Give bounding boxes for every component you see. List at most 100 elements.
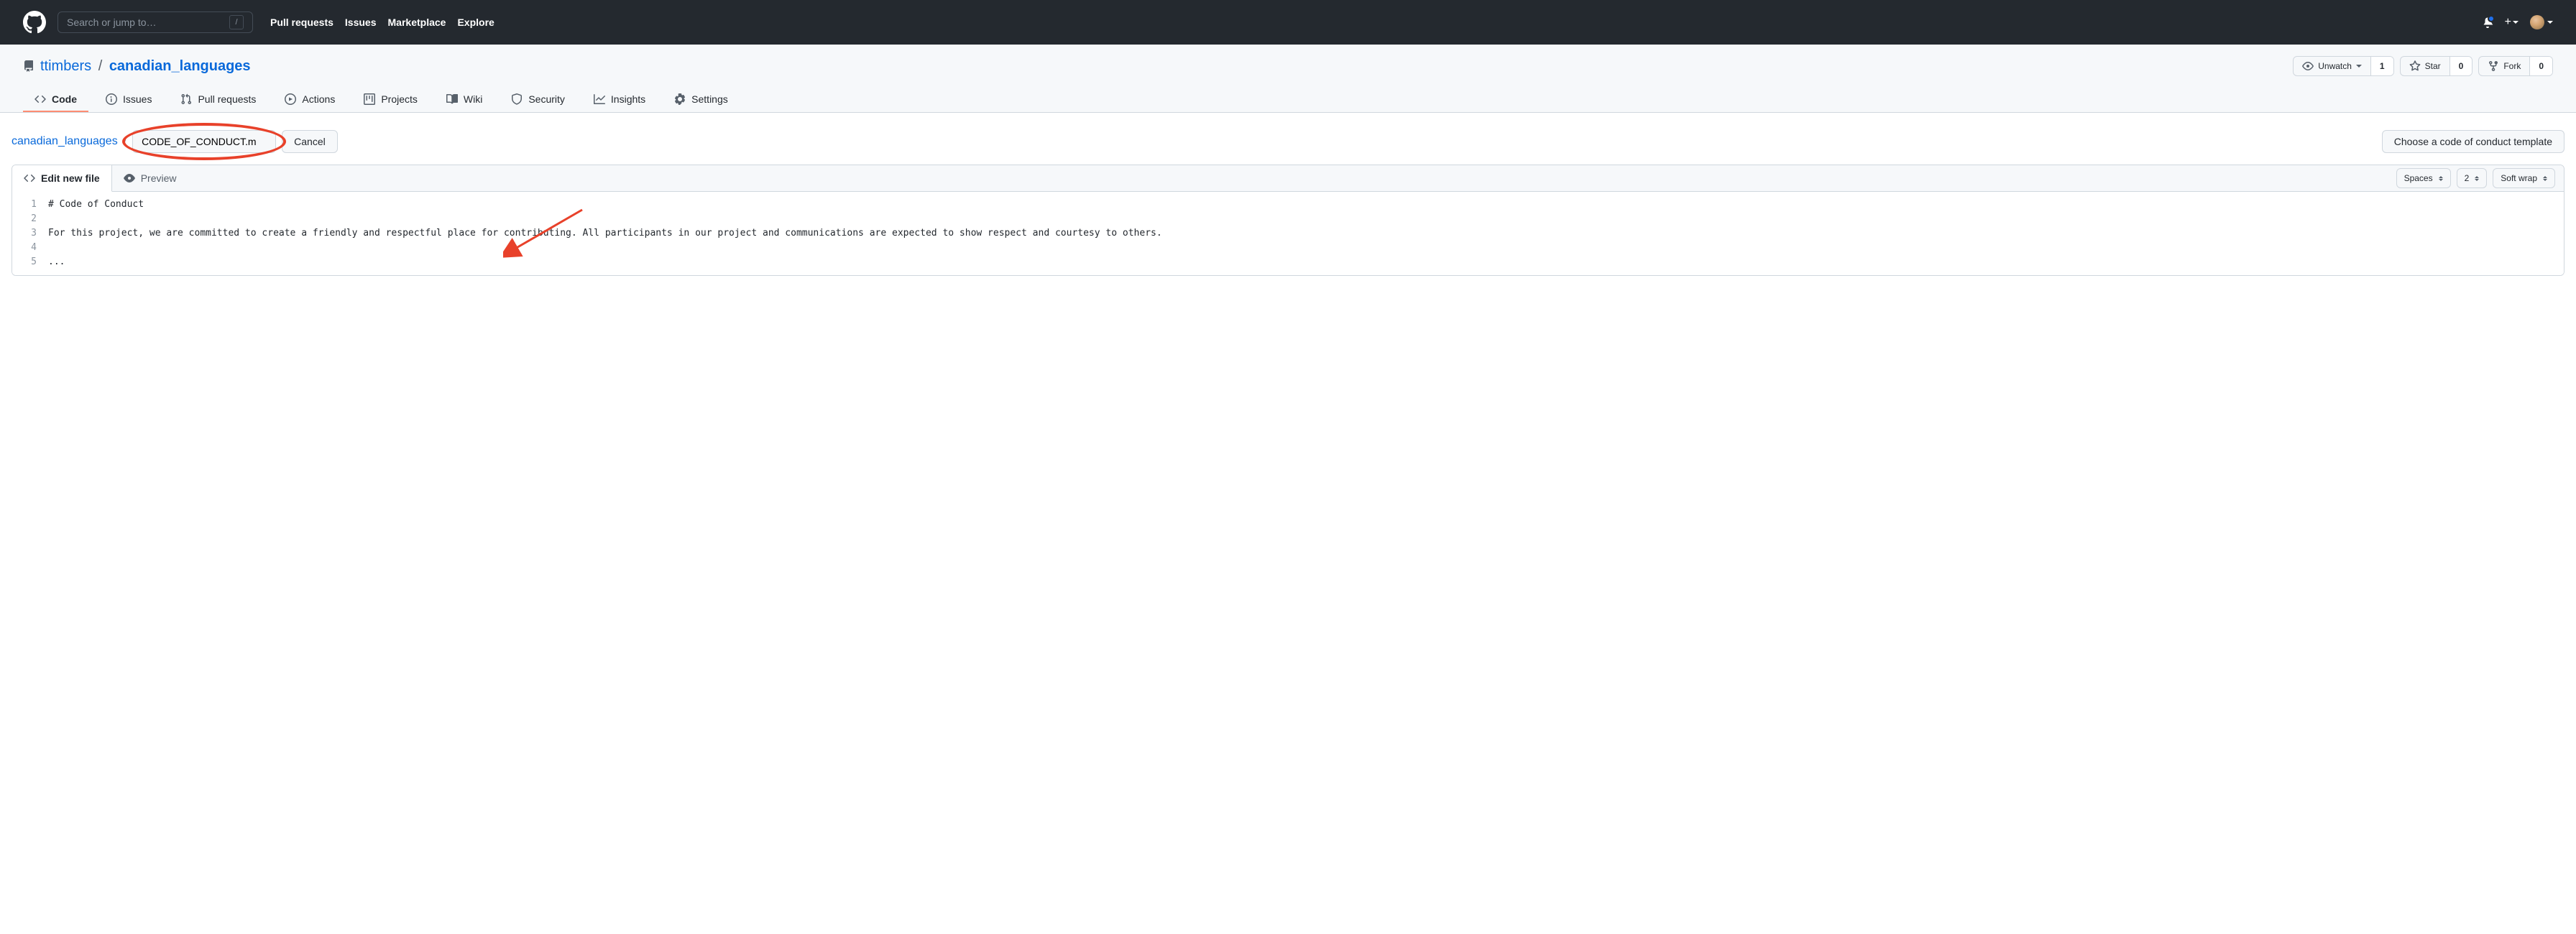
- code-line: 2: [12, 212, 2564, 226]
- eye-icon: [2302, 60, 2314, 72]
- line-number: 5: [12, 255, 48, 269]
- star-button[interactable]: Star: [2401, 57, 2450, 75]
- code-editor[interactable]: 1 # Code of Conduct 2 3 For this project…: [12, 192, 2564, 275]
- caret-down-icon: [2547, 21, 2553, 24]
- global-header: / Pull requests Issues Marketplace Explo…: [0, 0, 2576, 45]
- shield-icon: [511, 93, 523, 105]
- nav-explore[interactable]: Explore: [457, 17, 494, 28]
- watch-label: Unwatch: [2318, 61, 2352, 71]
- line-number: 4: [12, 241, 48, 255]
- search-input[interactable]: [67, 17, 224, 28]
- tab-label: Preview: [141, 172, 177, 184]
- star-button-group: Star 0: [2400, 56, 2473, 76]
- star-label: Star: [2425, 61, 2441, 71]
- tab-projects[interactable]: Projects: [352, 88, 429, 112]
- editor-tabs: Edit new file Preview Spaces 2 Soft wrap: [12, 165, 2564, 192]
- tab-label: Projects: [381, 93, 418, 105]
- editor-options: Spaces 2 Soft wrap: [2388, 168, 2564, 188]
- breadcrumb-separator: /: [98, 58, 103, 74]
- nav-pull-requests[interactable]: Pull requests: [270, 17, 334, 28]
- tab-insights[interactable]: Insights: [582, 88, 657, 112]
- header-right: +: [2482, 15, 2553, 29]
- tab-label: Actions: [302, 93, 335, 105]
- code-line: 1 # Code of Conduct: [12, 198, 2564, 212]
- repo-name-link[interactable]: canadian_languages: [109, 58, 251, 74]
- github-logo[interactable]: [23, 11, 46, 34]
- line-content: For this project, we are committed to cr…: [48, 226, 2564, 241]
- line-content: [48, 212, 2564, 226]
- tab-preview[interactable]: Preview: [112, 165, 188, 191]
- watch-count[interactable]: 1: [2370, 57, 2393, 75]
- cancel-button[interactable]: Cancel: [282, 130, 338, 153]
- breadcrumb-separator: /: [124, 135, 126, 148]
- notifications-button[interactable]: [2482, 17, 2493, 28]
- wrap-mode-select[interactable]: Soft wrap: [2493, 168, 2555, 188]
- avatar: [2530, 15, 2544, 29]
- line-number: 3: [12, 226, 48, 241]
- repo-header: ttimbers / canadian_languages Unwatch 1 …: [0, 45, 2576, 113]
- choose-template-button[interactable]: Choose a code of conduct template: [2382, 130, 2564, 153]
- line-number: 2: [12, 212, 48, 226]
- book-icon: [446, 93, 458, 105]
- tab-edit-new-file[interactable]: Edit new file: [12, 165, 112, 192]
- updown-icon: [2439, 176, 2443, 181]
- create-menu[interactable]: +: [2505, 16, 2518, 29]
- tab-issues[interactable]: Issues: [94, 88, 163, 112]
- code-icon: [24, 172, 35, 184]
- file-breadcrumb-row: canadian_languages / Cancel Choose a cod…: [12, 130, 2564, 153]
- tab-label: Wiki: [464, 93, 482, 105]
- tab-label: Pull requests: [198, 93, 256, 105]
- tab-label: Code: [52, 93, 77, 105]
- fork-button[interactable]: Fork: [2479, 57, 2529, 75]
- code-icon: [34, 93, 46, 105]
- repo-nav: Code Issues Pull requests Actions Projec…: [23, 88, 2553, 112]
- updown-icon: [2543, 176, 2547, 181]
- star-count[interactable]: 0: [2450, 57, 2472, 75]
- line-number: 1: [12, 198, 48, 212]
- fork-button-group: Fork 0: [2478, 56, 2553, 76]
- select-label: Soft wrap: [2501, 173, 2537, 183]
- breadcrumb-right: Choose a code of conduct template: [2382, 130, 2564, 153]
- caret-down-icon: [2513, 21, 2518, 24]
- repo-actions: Unwatch 1 Star 0 Fork 0: [2293, 56, 2553, 76]
- indent-size-select[interactable]: 2: [2457, 168, 2488, 188]
- repo-icon: [23, 60, 34, 72]
- unwatch-button[interactable]: Unwatch: [2294, 57, 2370, 75]
- graph-icon: [594, 93, 605, 105]
- fork-label: Fork: [2503, 61, 2521, 71]
- nav-marketplace[interactable]: Marketplace: [388, 17, 446, 28]
- notification-indicator: [2488, 15, 2495, 22]
- watch-button-group: Unwatch 1: [2293, 56, 2393, 76]
- play-icon: [285, 93, 296, 105]
- caret-down-icon: [2356, 65, 2362, 68]
- tab-actions[interactable]: Actions: [273, 88, 346, 112]
- plus-icon: +: [2505, 16, 2511, 29]
- editor-area: canadian_languages / Cancel Choose a cod…: [0, 113, 2576, 293]
- tab-security[interactable]: Security: [500, 88, 576, 112]
- code-line: 3 For this project, we are committed to …: [12, 226, 2564, 241]
- filename-input-wrap: [132, 130, 276, 153]
- owner-link[interactable]: ttimbers: [40, 58, 91, 74]
- select-label: 2: [2465, 173, 2470, 183]
- pr-icon: [180, 93, 192, 105]
- tab-code[interactable]: Code: [23, 88, 88, 112]
- line-content: ...: [48, 255, 2564, 269]
- nav-issues[interactable]: Issues: [345, 17, 377, 28]
- project-icon: [364, 93, 375, 105]
- fork-count[interactable]: 0: [2529, 57, 2552, 75]
- tab-label: Settings: [691, 93, 728, 105]
- indent-mode-select[interactable]: Spaces: [2396, 168, 2451, 188]
- editor-box: Edit new file Preview Spaces 2 Soft wrap: [12, 165, 2564, 276]
- user-menu[interactable]: [2530, 15, 2553, 29]
- tab-pull-requests[interactable]: Pull requests: [169, 88, 267, 112]
- tab-label: Issues: [123, 93, 152, 105]
- search-box[interactable]: /: [58, 11, 253, 33]
- issue-icon: [106, 93, 117, 105]
- tab-settings[interactable]: Settings: [663, 88, 740, 112]
- slash-key-badge: /: [229, 15, 244, 29]
- repo-root-link[interactable]: canadian_languages: [12, 135, 118, 148]
- repo-breadcrumb: ttimbers / canadian_languages: [40, 58, 251, 75]
- updown-icon: [2475, 176, 2479, 181]
- filename-input[interactable]: [132, 130, 276, 153]
- tab-wiki[interactable]: Wiki: [435, 88, 494, 112]
